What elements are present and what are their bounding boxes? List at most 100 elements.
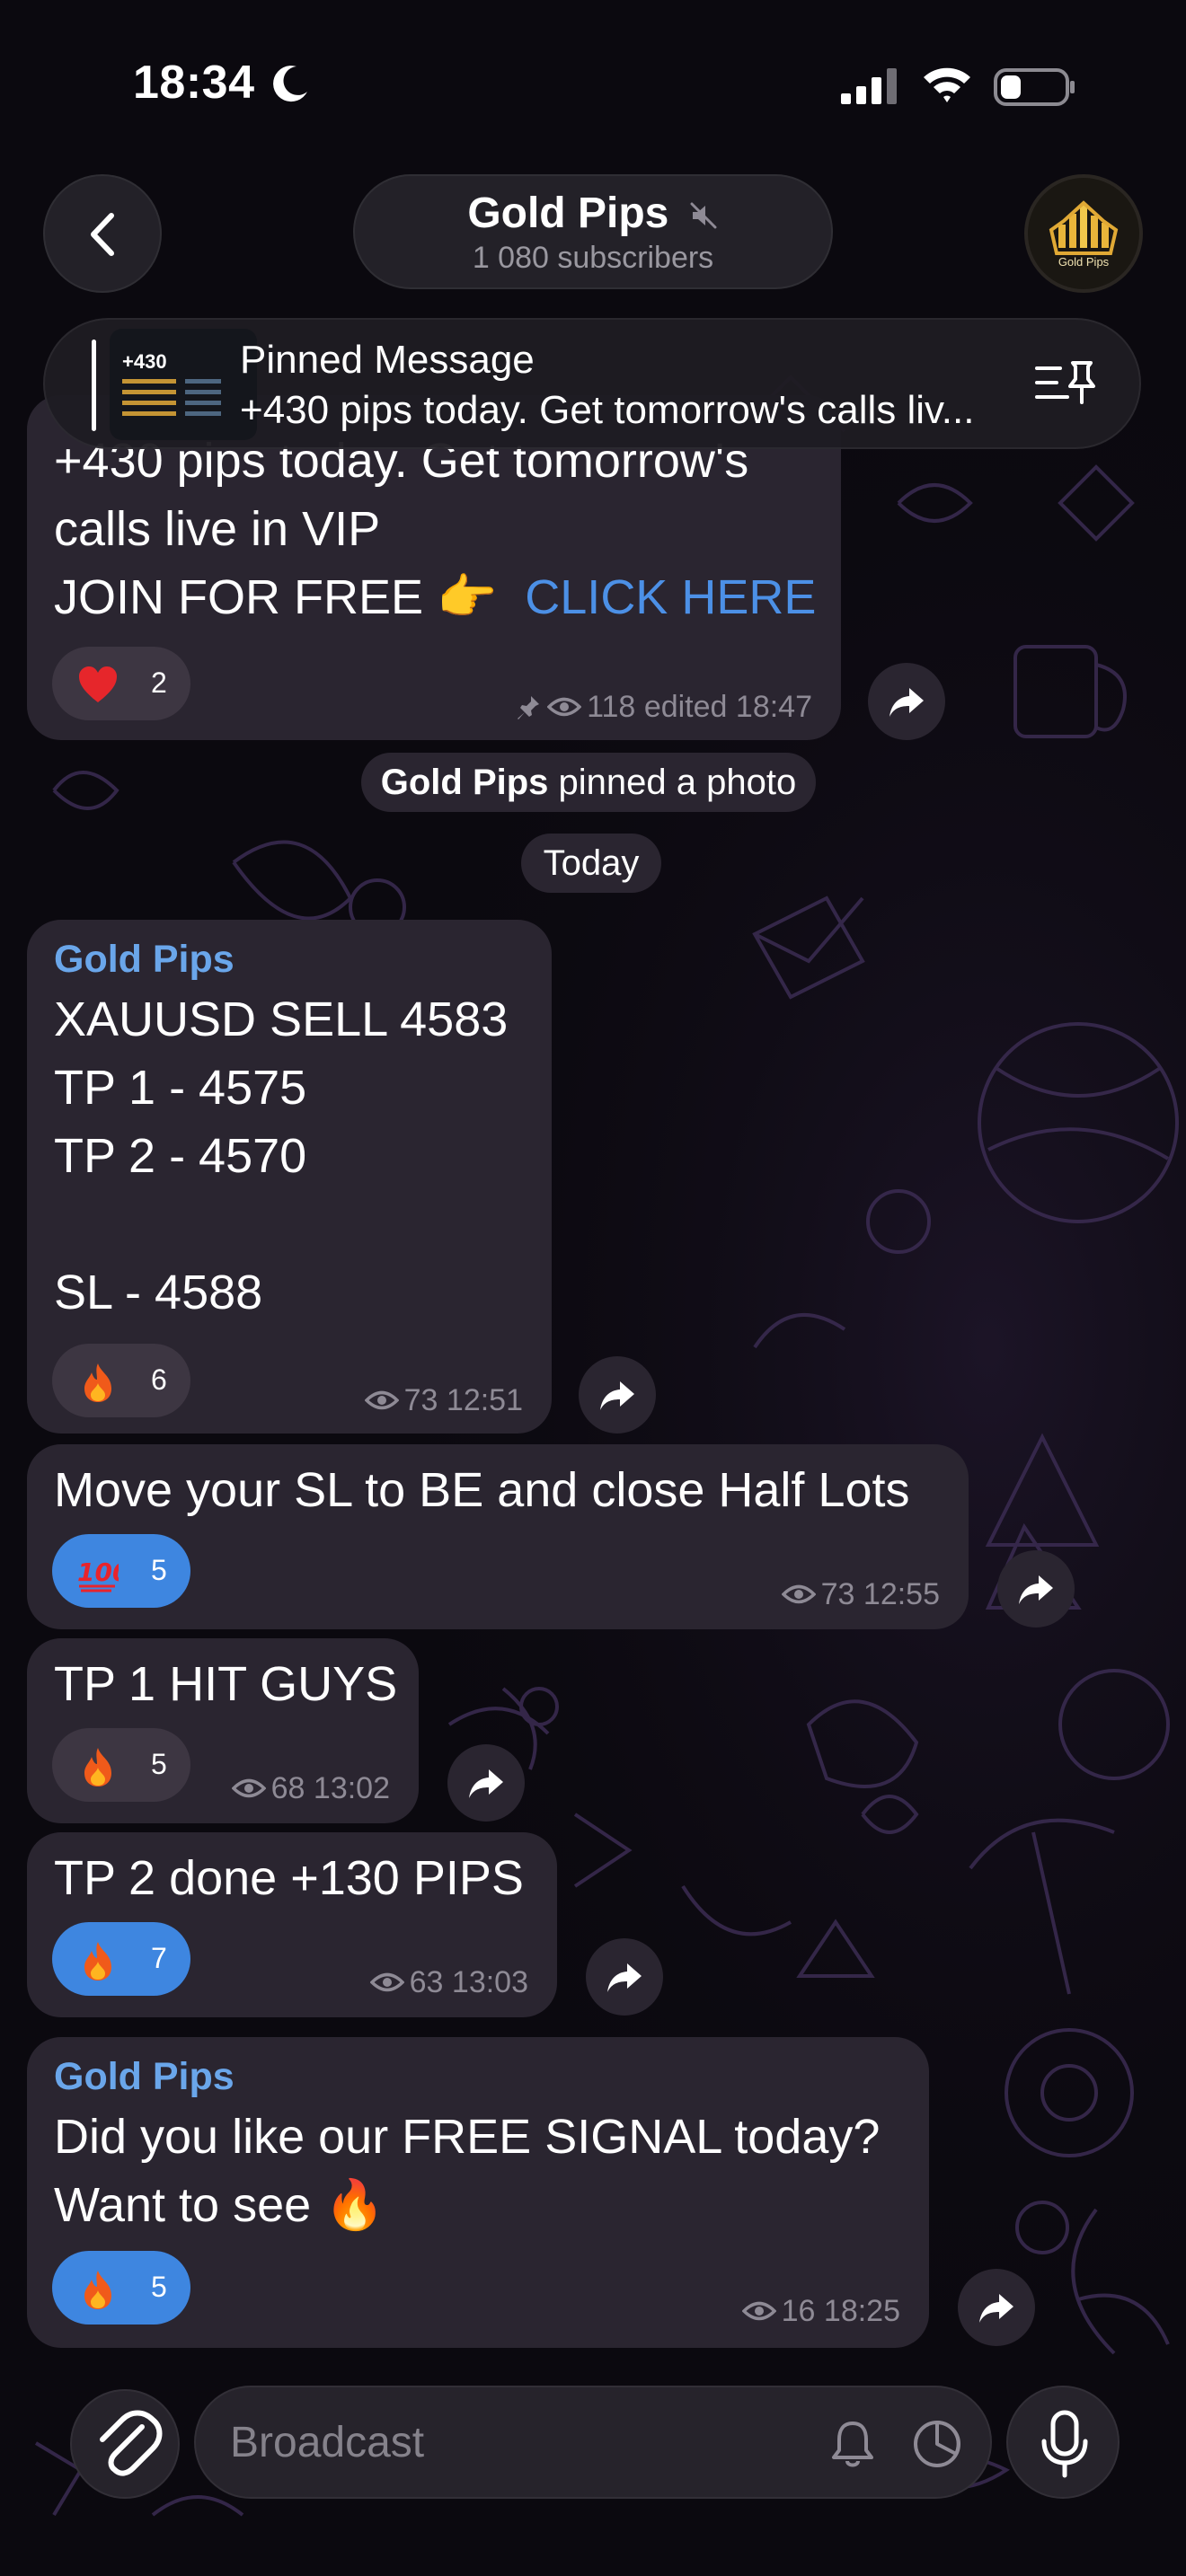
eye-icon bbox=[781, 1584, 817, 1604]
forward-button[interactable] bbox=[579, 1356, 656, 1434]
eye-icon bbox=[364, 1390, 400, 1410]
table-thumbnail-icon bbox=[122, 379, 221, 416]
reaction-fire[interactable]: 7 bbox=[52, 1922, 190, 1996]
share-arrow-icon bbox=[607, 1963, 642, 1992]
message-meta: 73 12:51 bbox=[364, 1383, 523, 1418]
message-bubble[interactable]: TP 2 done +130 PIPS 7 63 13:03 bbox=[27, 1832, 557, 2017]
message-text-line: Want to see 🔥 bbox=[54, 2178, 385, 2232]
forward-button[interactable] bbox=[586, 1938, 663, 2016]
subscriber-count: 1 080 subscribers bbox=[472, 241, 714, 275]
message-join-text: JOIN FOR FREE 👉 bbox=[54, 570, 498, 624]
status-time: 18:34 bbox=[133, 57, 255, 109]
message-meta: 73 12:55 bbox=[781, 1577, 940, 1612]
pinned-title: Pinned Message bbox=[240, 338, 535, 382]
message-bubble[interactable]: Gold Pips XAUUSD SELL 4583 TP 1 - 4575 T… bbox=[27, 920, 552, 1434]
pinned-list-icon[interactable] bbox=[1033, 356, 1096, 413]
forward-button[interactable] bbox=[868, 663, 945, 740]
message-text-line: TP 2 - 4570 bbox=[54, 1129, 307, 1183]
auto-delete-timer-icon[interactable] bbox=[911, 2418, 963, 2470]
message-author: Gold Pips bbox=[54, 2055, 235, 2098]
cellular-signal-icon bbox=[841, 68, 897, 104]
view-count: 63 bbox=[409, 1965, 444, 1999]
service-action: pinned a photo bbox=[548, 763, 797, 802]
message-meta: 118 edited 18:47 bbox=[515, 690, 812, 725]
reaction-count: 5 bbox=[151, 1554, 167, 1586]
view-count: 16 bbox=[781, 2294, 816, 2328]
paperclip-icon bbox=[100, 2410, 163, 2476]
edited-label: edited bbox=[643, 690, 728, 724]
share-arrow-icon bbox=[1019, 1575, 1053, 1604]
channel-avatar[interactable]: Gold Pips bbox=[1024, 174, 1143, 293]
reaction-count: 2 bbox=[151, 666, 167, 699]
message-bubble[interactable]: Gold Pips Did you like our FREE SIGNAL t… bbox=[27, 2037, 929, 2348]
fire-icon bbox=[84, 1363, 111, 1402]
reaction-count: 5 bbox=[151, 2271, 167, 2303]
message-meta: 63 13:03 bbox=[369, 1965, 528, 2000]
svg-text:100: 100 bbox=[77, 1557, 119, 1587]
share-arrow-icon bbox=[890, 688, 924, 717]
status-bar: 18:34 bbox=[0, 0, 1186, 171]
eye-icon bbox=[231, 1778, 267, 1798]
chevron-left-icon bbox=[91, 213, 114, 256]
battery-icon bbox=[994, 68, 1075, 106]
channel-name: Gold Pips bbox=[467, 190, 669, 237]
message-text-line: TP 1 - 4575 bbox=[54, 1061, 307, 1115]
heart-icon bbox=[79, 666, 117, 702]
eye-icon bbox=[741, 2301, 777, 2321]
wifi-icon bbox=[924, 67, 970, 102]
message-time: 12:51 bbox=[446, 1383, 523, 1417]
back-button[interactable] bbox=[43, 174, 162, 293]
moon-icon bbox=[273, 66, 307, 102]
pinned-thumb-text: +430 bbox=[122, 350, 167, 373]
message-bubble[interactable]: TP 1 HIT GUYS 5 68 13:02 bbox=[27, 1638, 419, 1823]
message-text-line: SL - 4588 bbox=[54, 1266, 263, 1319]
message-meta: 68 13:02 bbox=[231, 1771, 390, 1806]
hundred-points-icon: 100 bbox=[77, 1557, 119, 1592]
reaction-count: 7 bbox=[151, 1942, 167, 1974]
message-meta: 16 18:25 bbox=[741, 2294, 900, 2329]
reaction-hundred[interactable]: 100 5 bbox=[52, 1534, 190, 1608]
reaction-fire[interactable]: 6 bbox=[52, 1344, 190, 1417]
forward-button[interactable] bbox=[997, 1550, 1075, 1628]
crown-chart-logo bbox=[1049, 200, 1119, 255]
date-separator: Today bbox=[521, 834, 661, 893]
microphone-icon bbox=[1041, 2410, 1088, 2478]
service-actor: Gold Pips bbox=[380, 763, 549, 802]
click-here-link[interactable]: CLICK HERE bbox=[525, 570, 816, 624]
muted-speaker-icon bbox=[690, 202, 717, 229]
reaction-fire[interactable]: 5 bbox=[52, 1728, 190, 1802]
message-text-line: calls live in VIP bbox=[54, 502, 381, 556]
input-placeholder: Broadcast bbox=[230, 2419, 425, 2466]
message-text-line: Did you like our FREE SIGNAL today? bbox=[54, 2110, 881, 2164]
fire-icon bbox=[84, 1748, 111, 1786]
reaction-fire[interactable]: 5 bbox=[52, 2251, 190, 2325]
share-arrow-icon bbox=[979, 2294, 1013, 2323]
message-time: 12:55 bbox=[863, 1577, 940, 1611]
forward-button[interactable] bbox=[447, 1744, 525, 1822]
view-count: 73 bbox=[820, 1577, 855, 1611]
pinned-thumbnail: +430 bbox=[110, 329, 257, 440]
message-time: 13:02 bbox=[313, 1771, 390, 1805]
message-author: Gold Pips bbox=[54, 938, 235, 981]
message-time: 13:03 bbox=[451, 1965, 528, 1999]
pin-icon bbox=[518, 696, 540, 719]
eye-icon bbox=[546, 697, 582, 717]
bell-icon[interactable] bbox=[828, 2418, 877, 2470]
attach-button[interactable] bbox=[70, 2389, 180, 2499]
eye-icon bbox=[369, 1972, 405, 1992]
pinned-message-bar[interactable]: +430 Pinned Message +430 pips today. Get… bbox=[43, 318, 1141, 449]
forward-button[interactable] bbox=[958, 2269, 1035, 2346]
fire-icon bbox=[84, 1942, 111, 1981]
message-text-line: XAUUSD SELL 4583 bbox=[54, 992, 509, 1046]
channel-header[interactable]: Gold Pips 1 080 subscribers bbox=[353, 174, 833, 289]
message-bubble[interactable]: Move your SL to BE and close Half Lots 1… bbox=[27, 1444, 969, 1629]
reaction-count: 6 bbox=[151, 1363, 167, 1396]
service-message-pinned: Gold Pips pinned a photo bbox=[361, 753, 816, 812]
reaction-heart[interactable]: 2 bbox=[52, 647, 190, 720]
pinned-accent-line bbox=[92, 340, 96, 431]
pinned-preview-text: +430 pips today. Get tomorrow's calls li… bbox=[240, 388, 975, 432]
share-arrow-icon bbox=[600, 1381, 634, 1410]
fire-icon bbox=[84, 2271, 111, 2309]
microphone-button[interactable] bbox=[1006, 2386, 1120, 2499]
broadcast-input[interactable]: Broadcast bbox=[194, 2386, 992, 2499]
